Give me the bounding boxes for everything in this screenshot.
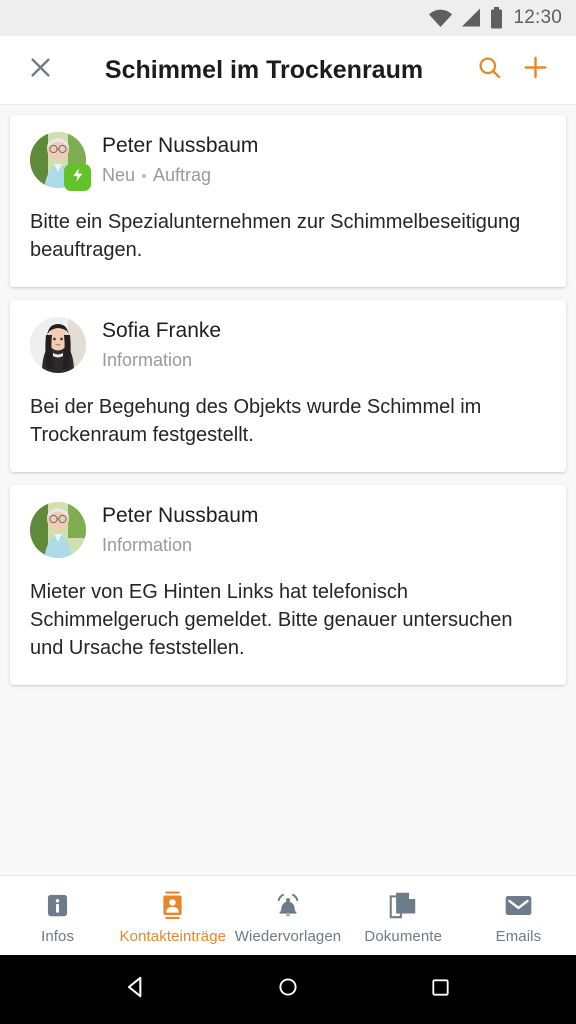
battery-icon	[490, 7, 503, 29]
tab-wiedervorlagen[interactable]: Wiedervorlagen	[230, 876, 345, 955]
entry-meta: Neu Auftrag	[102, 165, 258, 186]
entry-status: Information	[102, 349, 193, 370]
plus-icon	[521, 53, 550, 87]
tab-label: Dokumente	[364, 927, 443, 945]
avatar-wrapper	[30, 316, 86, 373]
tab-label: Infos	[41, 927, 75, 945]
tab-label: Emails	[495, 927, 542, 945]
avatar-wrapper	[30, 501, 86, 558]
status-badge	[64, 164, 91, 191]
tab-infos[interactable]: Infos	[0, 876, 115, 955]
info-icon	[44, 891, 71, 921]
envelope-icon	[504, 891, 533, 921]
close-button[interactable]	[18, 48, 62, 92]
wifi-icon	[428, 8, 453, 28]
entry-header: Peter Nussbaum Neu Auftrag	[30, 132, 546, 191]
entry-text: Bei der Begehung des Objekts wurde Schim…	[30, 395, 482, 447]
avatar-wrapper	[30, 132, 91, 191]
recents-button[interactable]	[417, 967, 463, 1013]
entry-header: Peter Nussbaum Information	[30, 501, 546, 558]
tab-emails[interactable]: Emails	[461, 876, 576, 955]
list-item[interactable]: Peter Nussbaum Neu Auftrag Bitte ein Spe…	[10, 115, 566, 287]
entry-text: Mieter von EG Hinten Links hat telefonis…	[30, 580, 513, 660]
meta-separator-dot	[142, 173, 147, 178]
tab-label: Kontakteinträge	[119, 927, 227, 945]
entry-status: Information	[102, 534, 193, 555]
entry-meta: Information	[102, 535, 258, 556]
entry-status: Neu	[102, 165, 136, 186]
avatar	[30, 316, 86, 373]
tab-kontakteintraege[interactable]: Kontakteinträge	[115, 876, 230, 955]
entry-head-text: Peter Nussbaum Neu Auftrag	[102, 132, 258, 186]
list-item[interactable]: Sofia Franke Information Bei der Begehun…	[10, 299, 566, 472]
entry-text: Bitte ein Spezialunternehmen zur Schimme…	[30, 211, 521, 262]
entry-meta: Information	[102, 350, 221, 371]
back-button[interactable]	[113, 967, 159, 1013]
tab-label: Wiedervorlagen	[234, 927, 342, 945]
entry-category: Auftrag	[153, 165, 212, 186]
tab-dokumente[interactable]: Dokumente	[346, 876, 461, 955]
entry-author: Peter Nussbaum	[102, 134, 259, 157]
close-icon	[27, 54, 54, 86]
home-button[interactable]	[265, 967, 311, 1013]
entries-list[interactable]: Peter Nussbaum Neu Auftrag Bitte ein Spe…	[0, 105, 576, 875]
phone-screen: 12:30 Schimmel im Trockenraum Peter Nuss…	[0, 0, 576, 1024]
status-clock: 12:30	[513, 7, 562, 28]
search-icon	[476, 54, 503, 86]
entry-header: Sofia Franke Information	[30, 316, 546, 373]
entry-head-text: Sofia Franke Information	[102, 317, 221, 371]
bottom-tab-bar: Infos Kontakteinträge Wiedervorlagen Dok…	[0, 875, 576, 955]
list-item[interactable]: Peter Nussbaum Information Mieter von EG…	[10, 484, 566, 685]
page-title: Schimmel im Trockenraum	[104, 55, 424, 84]
lightning-bolt-icon	[70, 167, 86, 188]
home-circle-icon	[276, 975, 300, 1004]
documents-icon	[389, 891, 417, 921]
recents-square-icon	[429, 976, 452, 1004]
entry-author: Sofia Franke	[102, 318, 222, 342]
bell-icon	[273, 891, 303, 921]
android-navigation-bar	[0, 955, 576, 1024]
search-button[interactable]	[466, 47, 512, 93]
status-bar: 12:30	[0, 0, 576, 36]
cellular-signal-icon	[461, 8, 482, 28]
contact-card-icon	[159, 891, 186, 921]
back-triangle-icon	[123, 974, 149, 1005]
avatar	[30, 501, 86, 558]
app-bar: Schimmel im Trockenraum	[0, 36, 576, 105]
add-button[interactable]	[512, 47, 558, 93]
entry-head-text: Peter Nussbaum Information	[102, 502, 258, 556]
entry-author: Peter Nussbaum	[102, 503, 259, 527]
